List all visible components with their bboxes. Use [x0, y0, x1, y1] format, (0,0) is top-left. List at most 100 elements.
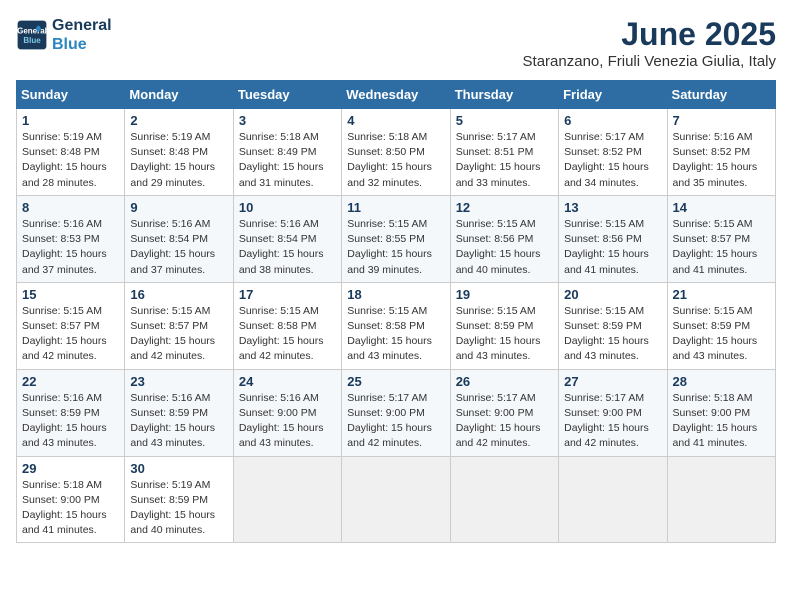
day-detail: Sunrise: 5:16 AM Sunset: 8:53 PM Dayligh… [22, 217, 119, 278]
header-wednesday: Wednesday [342, 81, 450, 109]
day-detail: Sunrise: 5:17 AM Sunset: 8:51 PM Dayligh… [456, 130, 553, 191]
calendar-cell: 10Sunrise: 5:16 AM Sunset: 8:54 PM Dayli… [233, 195, 341, 282]
logo-text-general: General [52, 16, 112, 35]
calendar-cell: 22 Sunrise: 5:16 AM Sunset: 8:59 PM Dayli… [17, 369, 125, 456]
calendar-cell: 5 Sunrise: 5:17 AM Sunset: 8:51 PM Daylig… [450, 109, 558, 196]
day-number: 5 [456, 113, 553, 128]
day-number: 21 [673, 287, 770, 302]
day-number: 18 [347, 287, 444, 302]
calendar-header: SundayMondayTuesdayWednesdayThursdayFrid… [17, 81, 776, 109]
calendar-cell: 9 Sunrise: 5:16 AM Sunset: 8:54 PM Daylig… [125, 195, 233, 282]
day-detail: Sunrise: 5:16 AM Sunset: 8:52 PM Dayligh… [673, 130, 770, 191]
day-detail: Sunrise: 5:19 AM Sunset: 8:48 PM Dayligh… [22, 130, 119, 191]
day-number: 7 [673, 113, 770, 128]
calendar-cell: 13 Sunrise: 5:15 AM Sunset: 8:56 PM Dayli… [559, 195, 667, 282]
calendar-cell: 24 Sunrise: 5:16 AM Sunset: 9:00 PM Dayli… [233, 369, 341, 456]
day-number: 13 [564, 200, 661, 215]
day-detail: Sunrise: 5:15 AM Sunset: 8:58 PM Dayligh… [347, 304, 444, 365]
day-number: 27 [564, 374, 661, 389]
calendar-cell: 23Sunrise: 5:16 AM Sunset: 8:59 PM Dayli… [125, 369, 233, 456]
day-number: 23 [130, 374, 227, 389]
day-detail: Sunrise: 5:16 AM Sunset: 8:54 PM Dayligh… [130, 217, 227, 278]
day-number: 10 [239, 200, 336, 215]
day-number: 25 [347, 374, 444, 389]
calendar-cell: 18 Sunrise: 5:15 AM Sunset: 8:58 PM Dayli… [342, 282, 450, 369]
day-detail: Sunrise: 5:15 AM Sunset: 8:57 PM Dayligh… [130, 304, 227, 365]
day-number: 30 [130, 461, 227, 476]
calendar-cell [233, 456, 341, 543]
calendar-title: June 2025 [523, 16, 776, 53]
calendar-week-5: 29 Sunrise: 5:18 AM Sunset: 9:00 PM Dayli… [17, 456, 776, 543]
calendar-cell: 11Sunrise: 5:15 AM Sunset: 8:55 PM Dayli… [342, 195, 450, 282]
day-number: 1 [22, 113, 119, 128]
calendar-cell: 4 Sunrise: 5:18 AM Sunset: 8:50 PM Daylig… [342, 109, 450, 196]
header-row: SundayMondayTuesdayWednesdayThursdayFrid… [17, 81, 776, 109]
day-number: 29 [22, 461, 119, 476]
calendar-cell [559, 456, 667, 543]
logo-icon: General Blue [16, 19, 48, 51]
calendar-cell: 2 Sunrise: 5:19 AM Sunset: 8:48 PM Daylig… [125, 109, 233, 196]
calendar-table: SundayMondayTuesdayWednesdayThursdayFrid… [16, 80, 776, 543]
calendar-cell: 8 Sunrise: 5:16 AM Sunset: 8:53 PM Daylig… [17, 195, 125, 282]
day-number: 12 [456, 200, 553, 215]
header-sunday: Sunday [17, 81, 125, 109]
calendar-cell: 20 Sunrise: 5:15 AM Sunset: 8:59 PM Dayli… [559, 282, 667, 369]
calendar-week-2: 8 Sunrise: 5:16 AM Sunset: 8:53 PM Daylig… [17, 195, 776, 282]
calendar-cell: 30 Sunrise: 5:19 AM Sunset: 8:59 PM Dayli… [125, 456, 233, 543]
day-number: 24 [239, 374, 336, 389]
calendar-body: 1 Sunrise: 5:19 AM Sunset: 8:48 PM Daylig… [17, 109, 776, 543]
header-friday: Friday [559, 81, 667, 109]
calendar-cell: 7 Sunrise: 5:16 AM Sunset: 8:52 PM Daylig… [667, 109, 775, 196]
day-detail: Sunrise: 5:16 AM Sunset: 8:59 PM Dayligh… [22, 391, 119, 452]
day-number: 26 [456, 374, 553, 389]
header-monday: Monday [125, 81, 233, 109]
day-detail: Sunrise: 5:17 AM Sunset: 9:00 PM Dayligh… [456, 391, 553, 452]
day-number: 15 [22, 287, 119, 302]
day-detail: Sunrise: 5:15 AM Sunset: 8:59 PM Dayligh… [564, 304, 661, 365]
day-detail: Sunrise: 5:15 AM Sunset: 8:57 PM Dayligh… [22, 304, 119, 365]
calendar-cell: 16 Sunrise: 5:15 AM Sunset: 8:57 PM Dayli… [125, 282, 233, 369]
title-block: June 2025 Staranzano, Friuli Venezia Giu… [523, 16, 776, 70]
day-detail: Sunrise: 5:15 AM Sunset: 8:56 PM Dayligh… [564, 217, 661, 278]
day-number: 16 [130, 287, 227, 302]
day-detail: Sunrise: 5:15 AM Sunset: 8:59 PM Dayligh… [456, 304, 553, 365]
day-number: 3 [239, 113, 336, 128]
day-detail: Sunrise: 5:18 AM Sunset: 8:49 PM Dayligh… [239, 130, 336, 191]
page-header: General Blue General Blue June 2025 Star… [16, 16, 776, 70]
day-number: 8 [22, 200, 119, 215]
logo-text-blue: Blue [52, 35, 112, 54]
day-detail: Sunrise: 5:17 AM Sunset: 9:00 PM Dayligh… [564, 391, 661, 452]
day-detail: Sunrise: 5:16 AM Sunset: 9:00 PM Dayligh… [239, 391, 336, 452]
calendar-cell: 1 Sunrise: 5:19 AM Sunset: 8:48 PM Daylig… [17, 109, 125, 196]
day-number: 14 [673, 200, 770, 215]
day-number: 22 [22, 374, 119, 389]
day-number: 20 [564, 287, 661, 302]
calendar-subtitle: Staranzano, Friuli Venezia Giulia, Italy [523, 53, 776, 70]
calendar-cell: 26 Sunrise: 5:17 AM Sunset: 9:00 PM Dayli… [450, 369, 558, 456]
header-tuesday: Tuesday [233, 81, 341, 109]
day-detail: Sunrise: 5:19 AM Sunset: 8:59 PM Dayligh… [130, 478, 227, 539]
calendar-cell: 21 Sunrise: 5:15 AM Sunset: 8:59 PM Dayli… [667, 282, 775, 369]
calendar-cell: 29 Sunrise: 5:18 AM Sunset: 9:00 PM Dayli… [17, 456, 125, 543]
calendar-cell: 3 Sunrise: 5:18 AM Sunset: 8:49 PM Daylig… [233, 109, 341, 196]
svg-text:Blue: Blue [23, 36, 41, 45]
calendar-cell [450, 456, 558, 543]
day-detail: Sunrise: 5:15 AM Sunset: 8:59 PM Dayligh… [673, 304, 770, 365]
header-thursday: Thursday [450, 81, 558, 109]
day-number: 4 [347, 113, 444, 128]
day-detail: Sunrise: 5:15 AM Sunset: 8:55 PM Dayligh… [347, 217, 444, 278]
calendar-cell: 14Sunrise: 5:15 AM Sunset: 8:57 PM Dayli… [667, 195, 775, 282]
calendar-cell: 25Sunrise: 5:17 AM Sunset: 9:00 PM Dayli… [342, 369, 450, 456]
day-detail: Sunrise: 5:18 AM Sunset: 8:50 PM Dayligh… [347, 130, 444, 191]
calendar-cell: 15 Sunrise: 5:15 AM Sunset: 8:57 PM Dayli… [17, 282, 125, 369]
day-detail: Sunrise: 5:19 AM Sunset: 8:48 PM Dayligh… [130, 130, 227, 191]
calendar-week-1: 1 Sunrise: 5:19 AM Sunset: 8:48 PM Daylig… [17, 109, 776, 196]
day-number: 9 [130, 200, 227, 215]
calendar-cell: 28Sunrise: 5:18 AM Sunset: 9:00 PM Dayli… [667, 369, 775, 456]
day-detail: Sunrise: 5:18 AM Sunset: 9:00 PM Dayligh… [22, 478, 119, 539]
day-number: 17 [239, 287, 336, 302]
calendar-week-4: 22 Sunrise: 5:16 AM Sunset: 8:59 PM Dayli… [17, 369, 776, 456]
day-number: 2 [130, 113, 227, 128]
day-detail: Sunrise: 5:18 AM Sunset: 9:00 PM Dayligh… [673, 391, 770, 452]
calendar-cell: 17Sunrise: 5:15 AM Sunset: 8:58 PM Dayli… [233, 282, 341, 369]
